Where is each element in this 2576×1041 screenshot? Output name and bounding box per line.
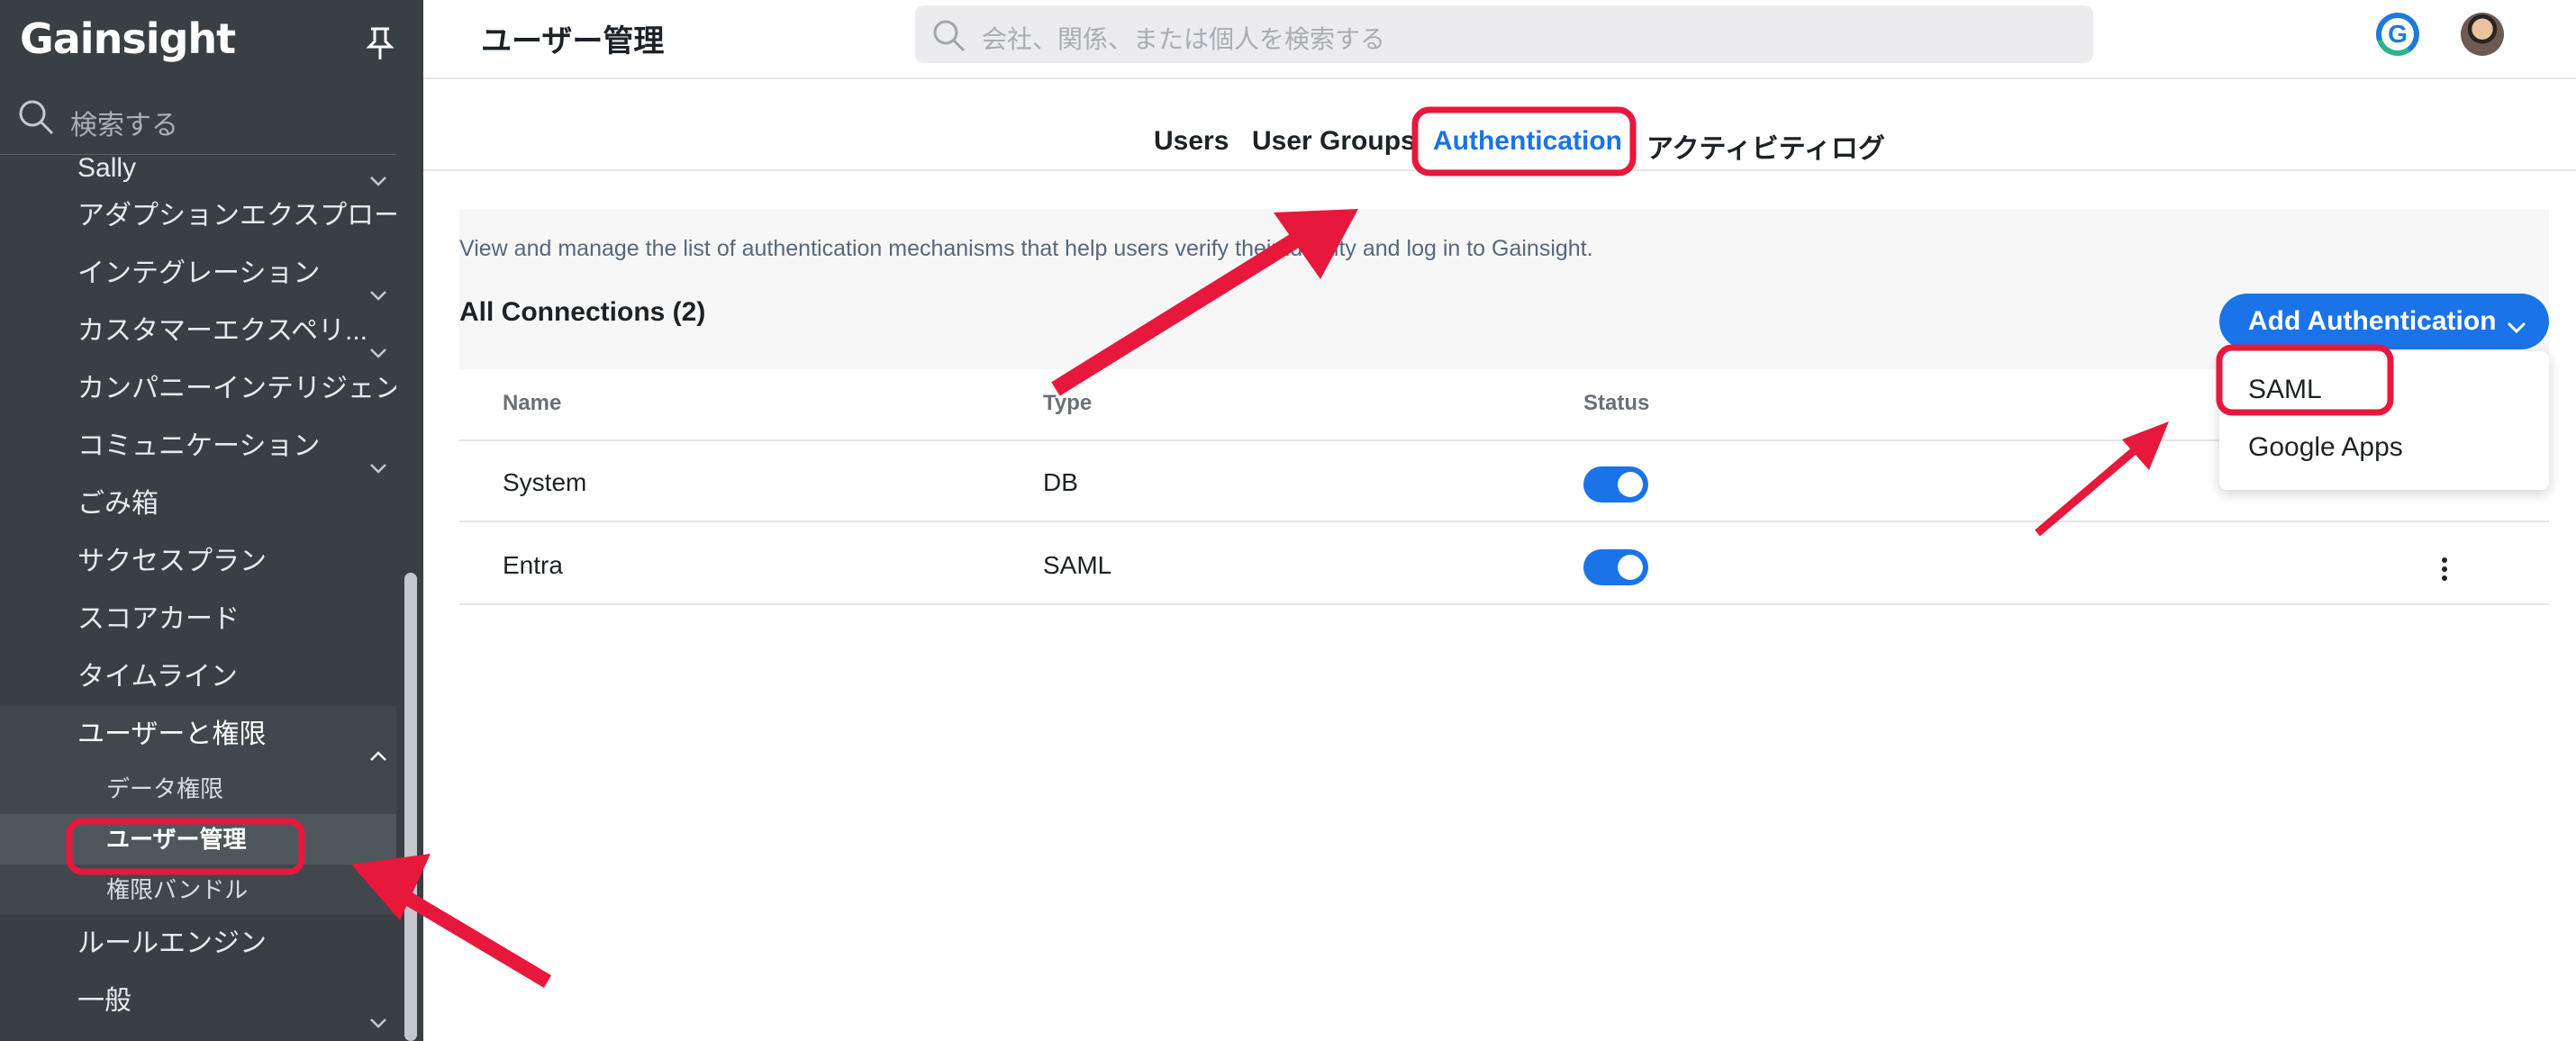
cell-name: System xyxy=(503,468,587,496)
sidebar-subitem-label: 権限バンドル xyxy=(106,876,249,903)
top-header: ユーザー管理 会社、関係、または個人を検索する G xyxy=(423,0,2576,79)
page-title: ユーザー管理 xyxy=(481,24,665,59)
chevron-down-icon xyxy=(369,992,387,1030)
search-icon xyxy=(931,18,967,59)
page-description: View and manage the list of authenticati… xyxy=(459,236,1593,261)
sidebar-item-scorecard[interactable]: スコアカード xyxy=(0,591,396,648)
sidebar-item-sally[interactable]: Sally xyxy=(0,149,396,187)
sidebar-item-label: カスタマーエクスペリ... xyxy=(77,316,368,346)
sidebar-item-label: ルールエンジン xyxy=(77,928,267,958)
main-content: View and manage the list of authenticati… xyxy=(459,209,2549,1041)
sidebar-item-adoption-explorer[interactable]: アダプションエクスプローラ xyxy=(0,187,396,245)
add-authentication-menu: SAML Google Apps xyxy=(2219,351,2549,490)
tab-activity-log[interactable]: アクティビティログ xyxy=(1646,126,1885,166)
sidebar-item-label: カンパニーインテリジェンス xyxy=(77,374,396,403)
sidebar-search-placeholder: 検索する xyxy=(70,111,178,140)
sidebar-item-communication[interactable]: コミュニケーション xyxy=(0,418,396,475)
chevron-down-icon xyxy=(369,160,387,187)
sidebar-subitem-data-permissions[interactable]: データ権限 xyxy=(0,764,396,814)
chevron-down-icon xyxy=(2506,312,2527,342)
sidebar-item-users-permissions[interactable]: ユーザーと権限 xyxy=(0,706,396,764)
connections-title: All Connections (2) xyxy=(459,297,706,327)
menu-item-google-apps[interactable]: Google Apps xyxy=(2248,432,2403,463)
sidebar-item-label: インテグレーション xyxy=(77,258,321,288)
search-icon xyxy=(16,97,56,141)
cell-type: SAML xyxy=(1043,551,1112,579)
more-options-icon[interactable] xyxy=(2441,557,2448,582)
table-row[interactable]: Entra SAML xyxy=(459,524,2549,605)
sidebar: Gainsight 検索する Sally アダプションエクスプローラ インテグレ… xyxy=(0,0,423,1041)
sidebar-subitem-label: ユーザー管理 xyxy=(106,826,247,853)
sidebar-scrollbar-thumb[interactable] xyxy=(404,573,417,1041)
sidebar-subitem-user-management[interactable]: ユーザー管理 xyxy=(0,814,396,864)
sidebar-item-label: 一般 xyxy=(77,986,132,1016)
sidebar-item-integration[interactable]: インテグレーション xyxy=(0,245,396,303)
sidebar-nav: Sally アダプションエクスプローラ インテグレーション カスタマーエクスペリ… xyxy=(0,149,396,1030)
cell-name: Entra xyxy=(503,551,563,579)
sidebar-search[interactable]: 検索する xyxy=(0,83,423,155)
cell-type: DB xyxy=(1043,468,1078,496)
tab-authentication[interactable]: Authentication xyxy=(1433,126,1622,157)
avatar[interactable] xyxy=(2461,13,2504,56)
pin-icon[interactable] xyxy=(364,25,396,61)
column-header-type[interactable]: Type xyxy=(1043,391,1092,416)
chevron-down-icon xyxy=(369,322,387,360)
sidebar-subitem-label: データ権限 xyxy=(106,775,224,802)
brand-text: Gainsight xyxy=(20,14,236,63)
tab-users[interactable]: Users xyxy=(1154,126,1229,157)
toggle-knob xyxy=(1618,472,1643,497)
sidebar-item-timeline[interactable]: タイムライン xyxy=(0,648,396,706)
add-authentication-button[interactable]: Add Authentication xyxy=(2219,294,2549,349)
add-authentication-label: Add Authentication xyxy=(2248,306,2497,336)
sidebar-item-success-plan[interactable]: サクセスプラン xyxy=(0,533,396,591)
tab-user-groups[interactable]: User Groups xyxy=(1252,126,1416,157)
status-toggle[interactable] xyxy=(1583,549,1648,585)
column-header-name[interactable]: Name xyxy=(503,391,561,416)
sidebar-item-label: スコアカード xyxy=(77,604,240,634)
sidebar-item-label: タイムライン xyxy=(77,662,238,692)
chevron-down-icon xyxy=(369,265,387,303)
tab-bar: Users User Groups Authentication アクティビティ… xyxy=(423,81,2576,171)
sidebar-item-label: ごみ箱 xyxy=(77,489,159,519)
gainsight-assist-icon[interactable]: G xyxy=(2376,13,2419,56)
sidebar-item-label: サクセスプラン xyxy=(77,547,267,576)
sidebar-item-company-intelligence[interactable]: カンパニーインテリジェンス xyxy=(0,360,396,418)
sidebar-item-label: アダプションエクスプローラ xyxy=(77,201,396,231)
sidebar-subitem-permission-bundles[interactable]: 権限バンドル xyxy=(0,864,396,915)
menu-item-saml[interactable]: SAML xyxy=(2248,375,2322,405)
sidebar-item-trash[interactable]: ごみ箱 xyxy=(0,475,396,533)
toggle-knob xyxy=(1618,555,1643,580)
sidebar-item-general[interactable]: 一般 xyxy=(0,973,396,1030)
brand-logo[interactable]: Gainsight xyxy=(20,14,236,63)
column-header-status[interactable]: Status xyxy=(1583,391,1649,416)
sidebar-item-label: ユーザーと権限 xyxy=(77,720,267,749)
sidebar-item-rules-engine[interactable]: ルールエンジン xyxy=(0,915,396,973)
sidebar-item-label: Sally xyxy=(77,153,137,183)
global-search-input[interactable]: 会社、関係、または個人を検索する xyxy=(915,5,2093,63)
chevron-up-icon xyxy=(369,726,387,764)
chevron-down-icon xyxy=(369,438,387,475)
sidebar-item-customer-experience[interactable]: カスタマーエクスペリ... xyxy=(0,303,396,360)
search-placeholder: 会社、関係、または個人を検索する xyxy=(982,25,1386,53)
sidebar-item-label: コミュニケーション xyxy=(77,431,321,461)
status-toggle[interactable] xyxy=(1583,466,1648,502)
